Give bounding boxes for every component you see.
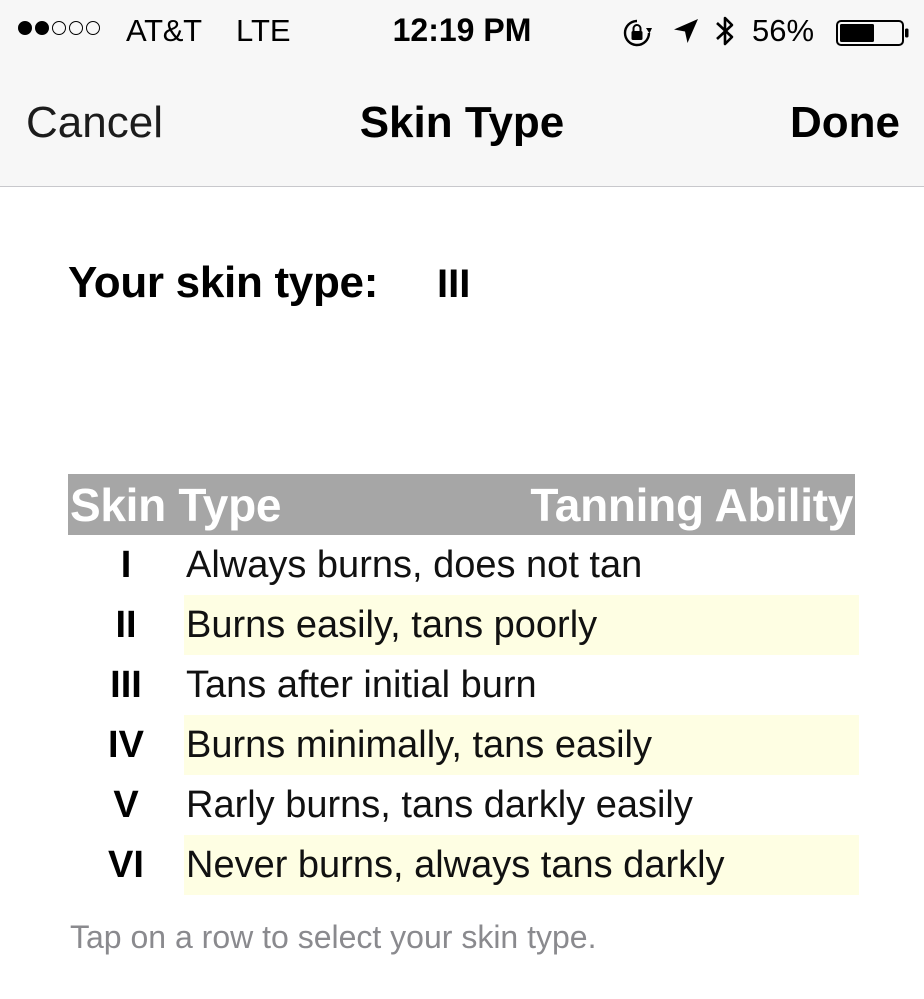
row-skin-type: IV: [108, 724, 144, 766]
row-tanning-ability: Rarly burns, tans darkly easily: [186, 784, 693, 826]
row-skin-type: I: [120, 544, 132, 586]
selected-skin-type: III: [437, 262, 471, 306]
table-row[interactable]: II Burns easily, tans poorly: [68, 595, 859, 655]
row-skin-type: VI: [108, 844, 144, 886]
battery-percentage: 56%: [752, 13, 815, 48]
row-tanning-ability: Tans after initial burn: [186, 664, 537, 706]
bluetooth-icon: [716, 16, 734, 46]
row-skin-type: III: [110, 664, 142, 706]
top-bar-area: AT&T LTE 12:19 PM 56% Cancel Skin Type D…: [0, 0, 924, 187]
skin-type-table: Skin Type Tanning Ability I Always burns…: [68, 474, 859, 895]
row-tanning-ability: Always burns, does not tan: [186, 544, 643, 586]
skin-type-label: Your skin type:: [68, 258, 379, 307]
location-arrow-icon: [674, 19, 698, 43]
table-row[interactable]: III Tans after initial burn: [68, 655, 855, 715]
table-row[interactable]: IV Burns minimally, tans easily: [68, 715, 859, 775]
selection-hint: Tap on a row to select your skin type.: [70, 919, 597, 955]
row-skin-type: V: [113, 784, 139, 826]
row-tanning-ability: Burns easily, tans poorly: [184, 595, 859, 655]
status-bar: AT&T LTE 12:19 PM 56%: [0, 0, 924, 62]
page-title: Skin Type: [359, 98, 565, 147]
battery-icon: [836, 20, 909, 46]
done-button[interactable]: Done: [790, 98, 900, 148]
row-tanning-ability: Never burns, always tans darkly: [184, 835, 859, 895]
orientation-lock-icon: [623, 19, 652, 47]
table-header: Skin Type Tanning Ability: [68, 474, 855, 535]
row-tanning-ability: Burns minimally, tans easily: [184, 715, 859, 775]
table-row[interactable]: I Always burns, does not tan: [68, 535, 855, 595]
table-row[interactable]: V Rarly burns, tans darkly easily: [68, 775, 855, 835]
table-row[interactable]: VI Never burns, always tans darkly: [68, 835, 859, 895]
header-skin-type: Skin Type: [70, 479, 282, 531]
header-tanning-ability: Tanning Ability: [530, 479, 853, 531]
row-skin-type: II: [115, 604, 137, 646]
